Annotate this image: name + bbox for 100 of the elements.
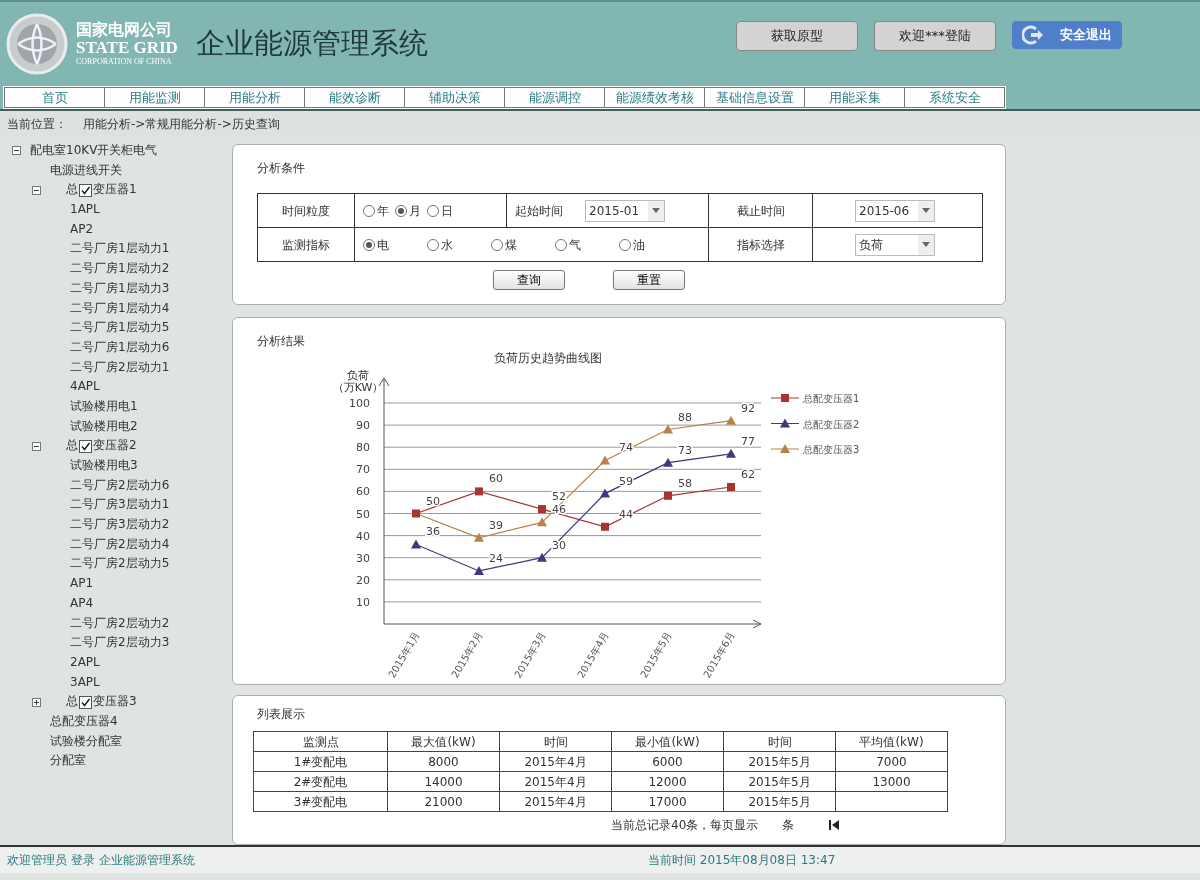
radio-button[interactable] bbox=[363, 204, 375, 217]
tree-item[interactable]: 电源进线开关 bbox=[50, 160, 122, 181]
legend-label: 总配变压器2 bbox=[803, 418, 860, 430]
header-button[interactable]: 欢迎***登陆 bbox=[874, 21, 996, 51]
tree-item[interactable]: 二号厂房1层动力2 bbox=[70, 259, 170, 279]
panel-title: 分析结果 bbox=[257, 333, 306, 350]
tree-toggle[interactable] bbox=[32, 697, 41, 707]
checkbox[interactable] bbox=[79, 183, 92, 197]
radio-option[interactable]: 煤 bbox=[491, 235, 517, 254]
data-point bbox=[664, 491, 672, 500]
nav-tab[interactable]: 用能监测 bbox=[105, 87, 205, 108]
tree-item[interactable]: 2APL bbox=[70, 652, 100, 673]
tree-item[interactable]: AP1 bbox=[70, 574, 94, 594]
field-label: 时间粒度 bbox=[282, 203, 330, 218]
tree-item[interactable]: 二号厂房1层动力4 bbox=[70, 298, 170, 319]
tree-item[interactable]: 试验楼用电1 bbox=[70, 396, 138, 417]
axis-label: 70 bbox=[356, 463, 370, 477]
tree-item[interactable]: 试验楼用电2 bbox=[70, 416, 138, 437]
nav-tab[interactable]: 基础信息设置 bbox=[705, 87, 805, 108]
data-label: 36 bbox=[426, 525, 440, 539]
nav-tab[interactable]: 能源调控 bbox=[505, 87, 605, 108]
select-field[interactable]: 2015-01 bbox=[585, 199, 665, 222]
data-label: 30 bbox=[552, 538, 566, 552]
nav-tab[interactable]: 辅助决策 bbox=[405, 87, 505, 108]
tree-item[interactable]: 分配室 bbox=[50, 751, 86, 771]
tree-item[interactable]: 总 变压器2 bbox=[66, 436, 137, 456]
tree-item[interactable]: 二号厂房3层动力1 bbox=[70, 495, 170, 516]
tree-item[interactable]: AP2 bbox=[70, 219, 94, 240]
first-page-icon[interactable] bbox=[828, 819, 841, 831]
axis-label: 60 bbox=[356, 485, 370, 499]
nav-tab[interactable]: 能效诊断 bbox=[305, 87, 405, 108]
radio-button[interactable] bbox=[619, 238, 631, 251]
tree-item[interactable]: AP4 bbox=[70, 593, 94, 614]
data-point bbox=[726, 415, 736, 425]
tree-item[interactable]: 总 变压器3 bbox=[66, 692, 137, 712]
table-cell: 2015年4月 bbox=[499, 791, 612, 812]
table-cell: 21000 bbox=[387, 791, 500, 812]
radio-option[interactable]: 气 bbox=[555, 235, 581, 254]
tree-item[interactable]: 4APL bbox=[70, 377, 100, 397]
tree-item[interactable]: 二号厂房2层动力3 bbox=[70, 633, 170, 653]
data-point bbox=[412, 509, 420, 518]
data-point bbox=[537, 552, 547, 562]
tree-item[interactable]: 二号厂房2层动力1 bbox=[70, 357, 170, 378]
logout-button[interactable]: 安全退出 bbox=[1012, 21, 1122, 49]
nav-tab[interactable]: 用能分析 bbox=[205, 87, 305, 108]
data-point bbox=[537, 517, 547, 527]
tree-item[interactable]: 配电室10KV开关柜电气 bbox=[30, 141, 158, 161]
tree-toggle[interactable] bbox=[12, 146, 21, 156]
radio-button[interactable] bbox=[491, 238, 503, 251]
tree-item[interactable]: 二号厂房2层动力6 bbox=[70, 475, 170, 496]
column-header: 平均值(kW) bbox=[835, 731, 948, 752]
tree-item[interactable]: 试验楼分配室 bbox=[50, 731, 122, 752]
legend-label: 总配变压器1 bbox=[803, 393, 860, 404]
tree-item[interactable]: 二号厂房3层动力2 bbox=[70, 515, 170, 535]
data-label: 77 bbox=[741, 434, 755, 448]
nav-tab[interactable]: 首页 bbox=[4, 87, 105, 108]
form-button[interactable]: 重置 bbox=[613, 270, 685, 290]
axis-label: 10 bbox=[356, 595, 370, 609]
data-label: 52 bbox=[552, 490, 566, 504]
tree-item[interactable]: 总 变压器1 bbox=[66, 180, 137, 201]
tree-item[interactable]: 总配变压器4 bbox=[50, 711, 118, 732]
tree-item[interactable]: 二号厂房1层动力6 bbox=[70, 337, 170, 358]
tree-item[interactable]: 二号厂房1层动力1 bbox=[70, 239, 170, 260]
radio-option[interactable]: 日 bbox=[427, 201, 453, 220]
globe-logo-icon bbox=[6, 13, 68, 75]
logo-text: CORPORATION OF CHINA bbox=[76, 57, 173, 67]
table-cell: 1#变配电 bbox=[253, 751, 388, 772]
form-button[interactable]: 查询 bbox=[493, 270, 565, 290]
checkbox[interactable] bbox=[79, 695, 92, 709]
radio-option[interactable]: 水 bbox=[427, 235, 453, 254]
tree-toggle[interactable] bbox=[32, 185, 41, 195]
tree-item[interactable]: 二号厂房1层动力5 bbox=[70, 318, 170, 338]
panel-title: 分析条件 bbox=[257, 160, 306, 177]
select-field[interactable]: 2015-06 bbox=[855, 199, 935, 222]
table-cell: 2015年5月 bbox=[723, 791, 836, 812]
radio-button[interactable] bbox=[427, 238, 439, 251]
tree-item[interactable]: 1APL bbox=[70, 200, 100, 220]
radio-option[interactable]: 油 bbox=[619, 235, 645, 254]
tree-item[interactable]: 二号厂房2层动力4 bbox=[70, 534, 170, 555]
select-field[interactable]: 负荷 bbox=[855, 233, 935, 256]
radio-button[interactable] bbox=[427, 204, 439, 217]
tree-item[interactable]: 二号厂房2层动力2 bbox=[70, 613, 170, 634]
tree-item[interactable]: 3APL bbox=[70, 672, 100, 693]
radio-button[interactable] bbox=[395, 204, 407, 217]
radio-option[interactable]: 年 bbox=[363, 201, 389, 220]
radio-option[interactable]: 电 bbox=[363, 235, 389, 254]
table-cell: 14000 bbox=[387, 771, 500, 792]
tree-item[interactable]: 二号厂房1层动力3 bbox=[70, 278, 170, 299]
radio-button[interactable] bbox=[555, 238, 567, 251]
nav-tab[interactable]: 用能采集 bbox=[805, 87, 905, 108]
nav-tab[interactable]: 能源绩效考核 bbox=[605, 87, 705, 108]
tree-item[interactable]: 试验楼用电3 bbox=[70, 456, 138, 476]
radio-button[interactable] bbox=[363, 238, 375, 251]
nav-tab[interactable]: 系统安全 bbox=[905, 87, 1005, 108]
tree-item[interactable]: 二号厂房2层动力5 bbox=[70, 554, 170, 575]
checkbox[interactable] bbox=[79, 439, 92, 453]
radio-option[interactable]: 月 bbox=[395, 201, 421, 220]
pager-text: 条 bbox=[782, 817, 795, 834]
header-button[interactable]: 获取原型 bbox=[736, 21, 858, 51]
tree-toggle[interactable] bbox=[32, 441, 41, 451]
